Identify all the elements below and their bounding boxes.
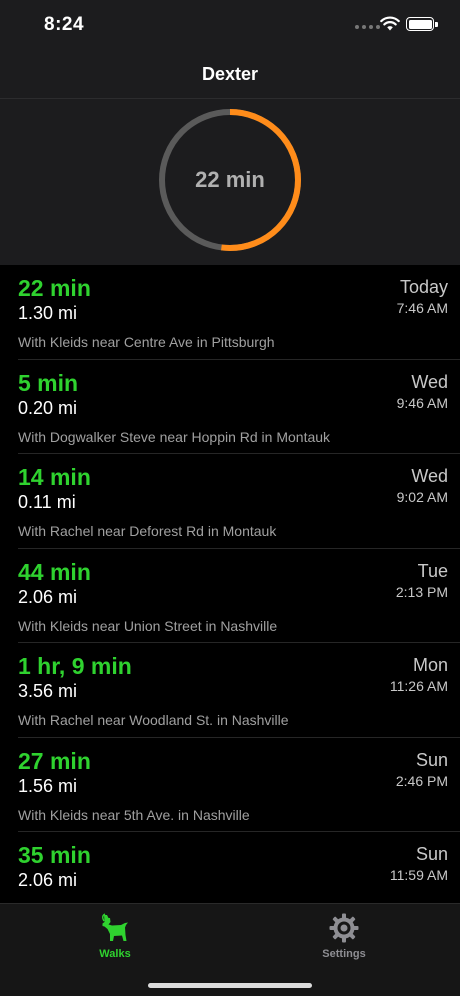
walk-time: 11:26 AM (389, 678, 448, 694)
tab-bar: Walks Settings (0, 903, 460, 996)
dog-icon (102, 913, 128, 941)
tab-settings[interactable]: Settings (294, 912, 394, 960)
walk-distance: 1.30 mi (18, 303, 78, 323)
walk-description: With Kleids near Centre Ave in Pittsburg… (18, 334, 275, 350)
walk-time: 9:02 AM (396, 489, 448, 505)
tab-walks-label: Walks (99, 948, 131, 960)
walk-row[interactable]: 22 min 1.30 mi With Kleids near Centre Ave… (0, 265, 460, 360)
walk-time: 7:46 AM (396, 300, 448, 316)
walk-time: 11:59 AM (389, 867, 448, 883)
progress-ring-label: 22 min (195, 167, 265, 192)
walk-distance: 0.11 mi (18, 492, 76, 512)
walk-distance: 2.06 mi (18, 586, 78, 607)
walk-day: Wed (411, 371, 448, 392)
walk-duration: 1 hr, 9 min (18, 653, 132, 679)
walk-duration: 5 min (18, 369, 79, 396)
walk-duration: 14 min (18, 464, 91, 490)
tab-walks[interactable]: Walks (65, 912, 165, 960)
walk-distance: 2.06 mi (18, 870, 78, 890)
walk-duration: 27 min (18, 747, 91, 774)
walk-description: With Kleids near Union Street in Nashvil… (18, 617, 278, 634)
walk-description: With Rachel near Deforest Rd in Montauk (18, 523, 277, 539)
walk-day: Mon (412, 655, 448, 675)
walk-day: Tue (417, 560, 448, 581)
walk-time: 9:46 AM (396, 394, 448, 411)
walk-row[interactable]: 1 hr, 9 min 3.56 mi With Rachel near Woodl… (0, 643, 460, 738)
status-bar: 8:24 (0, 0, 460, 50)
walk-duration: 35 min (18, 842, 91, 868)
walk-time: 2:46 PM (395, 772, 448, 789)
walk-day: Wed (411, 466, 448, 486)
page-title: Dexter (201, 63, 259, 84)
walk-day: Today (399, 277, 448, 297)
wifi-icon (380, 16, 400, 31)
tab-settings-label: Settings (322, 948, 366, 960)
walk-time: 2:13 PM (395, 583, 448, 600)
walk-distance: 3.56 mi (18, 681, 78, 701)
walk-row[interactable]: 44 min 2.06 mi With Kleids near Union Stre… (0, 549, 460, 644)
navigation-bar: Dexter (0, 50, 460, 99)
walk-row[interactable]: 5 min 0.20 mi With Dogwalker Steve near Ho… (0, 360, 460, 455)
walk-row[interactable]: 14 min 0.11 mi With Rachel near Deforest R… (0, 454, 460, 549)
walk-day: Sun (415, 844, 448, 864)
home-indicator[interactable] (148, 983, 312, 988)
walk-row[interactable]: 27 min 1.56 mi With Kleids near 5th Ave. i… (0, 738, 460, 833)
walk-day: Sun (415, 749, 448, 770)
status-time: 8:24 (44, 14, 85, 35)
walk-distance: 1.56 mi (18, 775, 78, 796)
gear-icon (329, 913, 359, 943)
walk-row[interactable]: 35 min 2.06 mi Sun 11:59 AM (0, 832, 460, 903)
walk-duration: 44 min (18, 558, 91, 585)
walk-description: With Kleids near 5th Ave. in Nashville (18, 806, 250, 823)
walk-description: With Rachel near Woodland St. in Nashvil… (18, 712, 289, 728)
battery-icon (406, 17, 438, 31)
walk-list[interactable]: 22 min 1.30 mi With Kleids near Centre Ave… (0, 265, 460, 903)
walk-description: With Dogwalker Steve near Hoppin Rd in M… (18, 428, 331, 445)
walk-duration: 22 min (18, 275, 91, 301)
walk-summary: 22 min (0, 99, 460, 265)
walk-distance: 0.20 mi (18, 397, 78, 418)
cellular-signal-icon (355, 25, 380, 29)
